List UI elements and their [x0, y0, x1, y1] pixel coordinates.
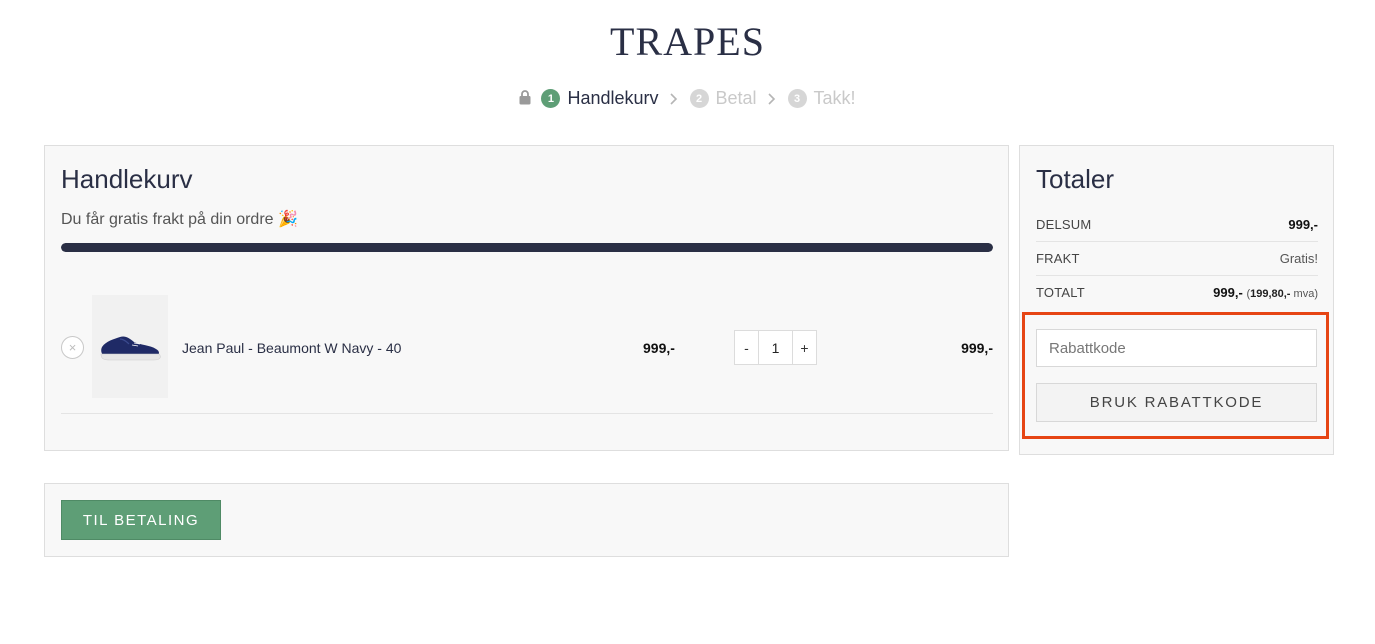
total-value-group: 999,- (199,80,- mva): [1213, 285, 1318, 300]
proceed-to-checkout-button[interactable]: TIL BETALING: [61, 500, 221, 540]
sneaker-icon: [100, 336, 161, 361]
apply-coupon-button[interactable]: BRUK RABATTKODE: [1036, 383, 1317, 422]
lock-icon: [519, 90, 531, 105]
step-number: 2: [689, 89, 709, 108]
cart-title: Handlekurv: [61, 164, 193, 194]
quantity-input[interactable]: 1: [758, 331, 793, 364]
unit-price: 999,-: [643, 340, 675, 356]
product-name[interactable]: Jean Paul - Beaumont W Navy - 40: [182, 340, 401, 356]
cart-panel: Handlekurv Du får gratis frakt på din or…: [44, 145, 1009, 451]
chevron-right-icon: [767, 92, 776, 105]
step-thanks: 3 Takk!: [787, 88, 856, 109]
line-total: 999,-: [961, 340, 993, 356]
cart-item-row: × Jean Paul - Beaumont W Navy - 40 999,-…: [61, 294, 993, 414]
vat-amount: 199,80,-: [1250, 288, 1291, 300]
step-number: 3: [787, 89, 807, 108]
subtotal-label: DELSUM: [1036, 217, 1092, 232]
remove-icon[interactable]: ×: [61, 336, 84, 359]
total-value: 999,-: [1213, 285, 1243, 300]
quantity-increase-button[interactable]: +: [793, 331, 816, 364]
shipping-label: FRAKT: [1036, 251, 1080, 266]
total-row: TOTALT 999,- (199,80,- mva): [1036, 276, 1318, 310]
shipping-row: FRAKT Gratis!: [1036, 242, 1318, 276]
total-label: TOTALT: [1036, 285, 1085, 300]
vat-note: (199,80,- mva): [1246, 288, 1318, 300]
checkout-steps: 1 Handlekurv 2 Betal 3 Takk!: [0, 88, 1375, 109]
vat-label: mva): [1293, 288, 1318, 300]
free-shipping-message: Du får gratis frakt på din ordre 🎉: [61, 211, 298, 228]
product-image[interactable]: [92, 295, 168, 398]
step-pay: 2 Betal: [689, 88, 757, 109]
step-label: Takk!: [813, 88, 856, 108]
chevron-right-icon: [669, 92, 678, 105]
step-cart: 1 Handlekurv: [541, 88, 659, 109]
free-shipping-progress-bar: [61, 243, 993, 252]
step-label: Handlekurv: [567, 88, 659, 108]
coupon-code-input[interactable]: [1036, 329, 1317, 367]
totals-title: Totaler: [1036, 164, 1115, 194]
coupon-section: BRUK RABATTKODE: [1022, 312, 1329, 439]
subtotal-row: DELSUM 999,-: [1036, 208, 1318, 242]
step-number: 1: [541, 89, 561, 108]
quantity-stepper: - 1 +: [734, 330, 817, 365]
checkout-panel: TIL BETALING: [44, 483, 1009, 557]
step-label: Betal: [715, 88, 757, 108]
subtotal-value: 999,-: [1288, 217, 1318, 232]
shipping-value: Gratis!: [1279, 251, 1318, 266]
quantity-decrease-button[interactable]: -: [735, 331, 758, 364]
site-logo[interactable]: TRAPES: [0, 18, 1375, 65]
progress-fill: [61, 243, 993, 252]
